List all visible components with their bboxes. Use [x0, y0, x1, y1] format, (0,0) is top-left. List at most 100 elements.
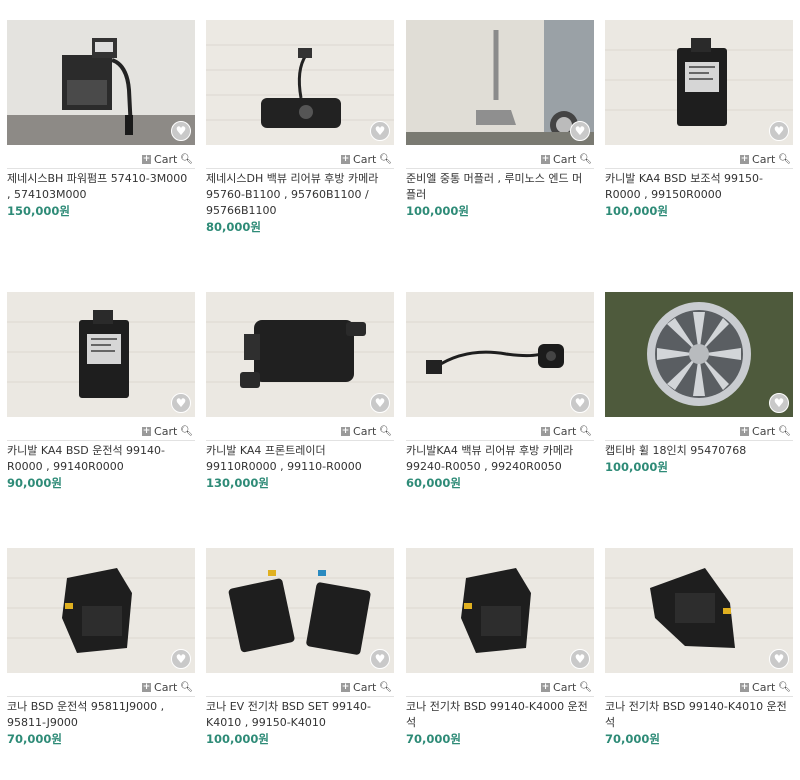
cart-row: + Cart 🔍︎ [206, 422, 394, 438]
cart-row: + Cart 🔍︎ [605, 422, 793, 438]
product-image[interactable]: ♥ [605, 292, 793, 417]
product-name[interactable]: 카니발KA4 백뷰 리어뷰 후방 카메라 99240-R0050 , 99240… [406, 443, 590, 475]
add-to-cart-button[interactable]: + Cart 🔍︎ [541, 152, 594, 168]
product-image[interactable]: ♥ [406, 548, 594, 673]
heart-icon[interactable]: ♥ [370, 393, 390, 413]
product-info: 제네시스DH 백뷰 리어뷰 후방 카메라 95760-B1100 , 95760… [206, 171, 390, 235]
cart-label: Cart [752, 680, 776, 694]
cart-row: + Cart 🔍︎ [206, 150, 394, 166]
product-info: 카니발 KA4 BSD 운전석 99140-R0000 , 99140R0000… [7, 443, 191, 491]
heart-icon[interactable]: ♥ [570, 121, 590, 141]
add-to-cart-button[interactable]: + Cart 🔍︎ [341, 152, 394, 168]
divider [206, 440, 394, 441]
divider [406, 440, 594, 441]
magnifier-icon: 🔍︎ [180, 425, 193, 437]
add-to-cart-button[interactable]: + Cart 🔍︎ [142, 424, 195, 440]
heart-icon[interactable]: ♥ [171, 393, 191, 413]
product-price: 100,000원 [206, 732, 269, 746]
product-name[interactable]: 코나 전기차 BSD 99140-K4010 운전석 [605, 699, 789, 731]
magnifier-icon: 🔍︎ [778, 425, 791, 437]
cart-row: + Cart 🔍︎ [206, 678, 394, 694]
product-price: 70,000원 [605, 732, 660, 746]
magnifier-icon: 🔍︎ [778, 681, 791, 693]
product-name[interactable]: 준비엘 중통 머플러 , 루미노스 엔드 머플러 [406, 171, 590, 203]
cart-label: Cart [154, 424, 178, 438]
product-name[interactable]: 코나 EV 전기차 BSD SET 99140-K4010 , 99150-K4… [206, 699, 390, 731]
product-image[interactable]: ♥ [7, 20, 195, 145]
cart-label: Cart [353, 680, 377, 694]
product-image[interactable]: ♥ [406, 20, 594, 145]
product-price: 80,000원 [206, 220, 261, 234]
divider [406, 168, 594, 169]
magnifier-icon: 🔍︎ [379, 681, 392, 693]
product-image[interactable]: ♥ [605, 548, 793, 673]
heart-icon[interactable]: ♥ [370, 649, 390, 669]
magnifier-icon: 🔍︎ [579, 153, 592, 165]
add-to-cart-button[interactable]: + Cart 🔍︎ [341, 680, 394, 696]
product-name[interactable]: 제네시스DH 백뷰 리어뷰 후방 카메라 95760-B1100 , 95760… [206, 171, 390, 219]
product-price: 100,000원 [406, 204, 469, 218]
product-image[interactable]: ♥ [7, 292, 195, 417]
heart-icon[interactable]: ♥ [570, 649, 590, 669]
heart-icon[interactable]: ♥ [769, 649, 789, 669]
product-info: 코나 BSD 운전석 95811J9000 , 95811-J9000 70,0… [7, 699, 191, 747]
product-info: 준비엘 중통 머플러 , 루미노스 엔드 머플러 100,000원 [406, 171, 590, 219]
cart-row: + Cart 🔍︎ [406, 150, 594, 166]
plus-icon: + [541, 426, 551, 436]
plus-icon: + [142, 426, 152, 436]
add-to-cart-button[interactable]: + Cart 🔍︎ [541, 680, 594, 696]
product-image[interactable]: ♥ [206, 292, 394, 417]
product-name[interactable]: 코나 BSD 운전석 95811J9000 , 95811-J9000 [7, 699, 191, 731]
heart-icon[interactable]: ♥ [171, 121, 191, 141]
divider [206, 696, 394, 697]
product-image[interactable]: ♥ [605, 20, 793, 145]
cart-label: Cart [154, 152, 178, 166]
product-image[interactable]: ♥ [406, 292, 594, 417]
product-name[interactable]: 카니발 KA4 BSD 운전석 99140-R0000 , 99140R0000 [7, 443, 191, 475]
heart-icon[interactable]: ♥ [769, 121, 789, 141]
product-price: 100,000원 [605, 460, 668, 474]
plus-icon: + [541, 154, 551, 164]
divider [406, 696, 594, 697]
product-image[interactable]: ♥ [7, 548, 195, 673]
cart-row: + Cart 🔍︎ [7, 422, 195, 438]
heart-icon[interactable]: ♥ [171, 649, 191, 669]
cart-row: + Cart 🔍︎ [7, 150, 195, 166]
product-price: 150,000원 [7, 204, 70, 218]
divider [7, 696, 195, 697]
product-name[interactable]: 코나 전기차 BSD 99140-K4000 운전석 [406, 699, 590, 731]
product-price: 100,000원 [605, 204, 668, 218]
magnifier-icon: 🔍︎ [180, 153, 193, 165]
product-image[interactable]: ♥ [206, 548, 394, 673]
cart-label: Cart [353, 424, 377, 438]
plus-icon: + [541, 682, 551, 692]
product-info: 코나 EV 전기차 BSD SET 99140-K4010 , 99150-K4… [206, 699, 390, 747]
cart-row: + Cart 🔍︎ [605, 678, 793, 694]
product-image[interactable]: ♥ [206, 20, 394, 145]
heart-icon[interactable]: ♥ [370, 121, 390, 141]
add-to-cart-button[interactable]: + Cart 🔍︎ [740, 152, 793, 168]
product-name[interactable]: 캡티바 휠 18인치 95470768 [605, 443, 789, 459]
product-name[interactable]: 카니발 KA4 프론트레이더 99110R0000 , 99110-R0000 [206, 443, 390, 475]
magnifier-icon: 🔍︎ [379, 425, 392, 437]
cart-label: Cart [553, 152, 577, 166]
add-to-cart-button[interactable]: + Cart 🔍︎ [740, 680, 793, 696]
add-to-cart-button[interactable]: + Cart 🔍︎ [541, 424, 594, 440]
add-to-cart-button[interactable]: + Cart 🔍︎ [142, 680, 195, 696]
heart-icon[interactable]: ♥ [570, 393, 590, 413]
add-to-cart-button[interactable]: + Cart 🔍︎ [341, 424, 394, 440]
cart-label: Cart [553, 680, 577, 694]
plus-icon: + [341, 682, 351, 692]
add-to-cart-button[interactable]: + Cart 🔍︎ [740, 424, 793, 440]
heart-icon[interactable]: ♥ [769, 393, 789, 413]
plus-icon: + [740, 426, 750, 436]
product-name[interactable]: 카니발 KA4 BSD 보조석 99150-R0000 , 99150R0000 [605, 171, 789, 203]
product-name[interactable]: 제네시스BH 파워펌프 57410-3M000 , 574103M000 [7, 171, 191, 203]
product-info: 카니발 KA4 프론트레이더 99110R0000 , 99110-R0000 … [206, 443, 390, 491]
add-to-cart-button[interactable]: + Cart 🔍︎ [142, 152, 195, 168]
product-price: 90,000원 [7, 476, 62, 490]
cart-row: + Cart 🔍︎ [406, 678, 594, 694]
divider [605, 440, 793, 441]
product-info: 코나 전기차 BSD 99140-K4000 운전석 70,000원 [406, 699, 590, 747]
plus-icon: + [341, 426, 351, 436]
